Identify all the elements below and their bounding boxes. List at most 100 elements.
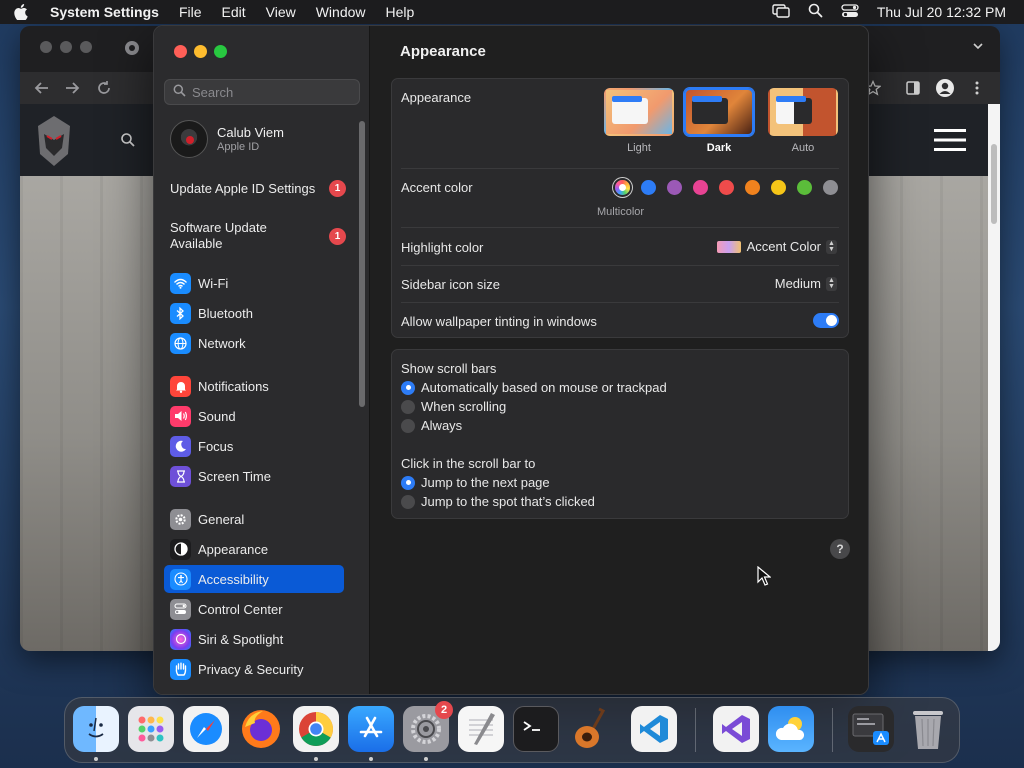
highlight-color-popup[interactable]: Accent Color ▲ ▼ <box>716 239 837 254</box>
accent-graphite-swatch[interactable] <box>823 180 838 195</box>
appearance-icon <box>170 538 191 560</box>
accent-yellow-swatch[interactable] <box>771 180 786 195</box>
sidebar-item-label: General <box>198 511 245 527</box>
app-store-icon[interactable] <box>348 706 394 752</box>
trash-icon[interactable] <box>905 706 951 752</box>
accent-orange-swatch[interactable] <box>745 180 760 195</box>
speaker-icon <box>170 405 191 427</box>
sidebar-item-accessibility[interactable]: Accessibility <box>164 565 344 593</box>
sidebar-icon-size-popup[interactable]: Medium ▲ ▼ <box>775 276 837 291</box>
menu-view[interactable]: View <box>266 4 296 20</box>
radio-label: Always <box>421 418 463 433</box>
close-button[interactable] <box>174 45 187 58</box>
minimize-button[interactable] <box>194 45 207 58</box>
theme-option-light[interactable]: Light <box>603 88 675 154</box>
menu-clock[interactable]: Thu Jul 20 12:32 PM <box>877 4 1006 20</box>
theme-option-auto[interactable]: Auto <box>767 88 839 154</box>
menu-bar: System Settings File Edit View Window He… <box>0 0 1024 24</box>
appearance-pane: Appearance Appearance Light Dark Auto Ac… <box>370 26 868 694</box>
scroll-bars-always-radio[interactable]: Always <box>401 418 462 433</box>
menu-window[interactable]: Window <box>316 4 366 20</box>
theme-option-dark[interactable]: Dark <box>683 88 755 154</box>
control-center-menu-icon[interactable] <box>841 3 859 21</box>
more-menu-icon[interactable] <box>974 80 980 99</box>
firefox-icon[interactable] <box>238 706 284 752</box>
menu-file[interactable]: File <box>179 4 202 20</box>
sidebar-item-notifications[interactable]: Notifications <box>164 372 344 400</box>
click-jump-to-spot-radio[interactable]: Jump to the spot that’s clicked <box>401 494 595 509</box>
sidebar-item-wifi[interactable]: Wi-Fi <box>164 269 344 297</box>
sidebar-item-control-center[interactable]: Control Center <box>164 595 344 623</box>
sidebar-item-screen-time[interactable]: Screen Time <box>164 462 344 490</box>
notice-text: Software Update Available <box>170 220 267 251</box>
notice-update-apple-id[interactable]: Update Apple ID Settings 1 <box>170 180 360 197</box>
accent-blue-swatch[interactable] <box>641 180 656 195</box>
menu-edit[interactable]: Edit <box>222 4 246 20</box>
accent-green-swatch[interactable] <box>797 180 812 195</box>
accent-red-swatch[interactable] <box>719 180 734 195</box>
apple-id-profile[interactable]: Calub Viem Apple ID <box>170 120 284 158</box>
menu-help[interactable]: Help <box>386 4 415 20</box>
screen-mirroring-icon[interactable] <box>772 3 790 21</box>
site-search-icon[interactable] <box>120 132 136 151</box>
back-arrow-icon[interactable] <box>34 80 50 99</box>
sidebar-item-bluetooth[interactable]: Bluetooth <box>164 299 344 327</box>
spotlight-search-icon[interactable] <box>808 3 823 21</box>
downloads-stack-icon[interactable] <box>848 706 894 752</box>
finder-icon[interactable] <box>73 706 119 752</box>
accent-purple-swatch[interactable] <box>667 180 682 195</box>
reload-icon[interactable] <box>96 80 112 99</box>
help-button[interactable]: ? <box>830 539 850 559</box>
site-logo-icon[interactable] <box>34 114 74 171</box>
dock: 2 <box>64 697 960 763</box>
launchpad-icon[interactable] <box>128 706 174 752</box>
profile-icon[interactable] <box>935 78 955 101</box>
safari-icon[interactable] <box>183 706 229 752</box>
browser-zoom-button[interactable] <box>80 41 92 53</box>
accent-multicolor-swatch[interactable] <box>615 180 630 195</box>
apple-menu-icon[interactable] <box>10 4 32 20</box>
tab-list-chevron-icon[interactable] <box>972 40 984 55</box>
wallpaper-tinting-toggle[interactable] <box>813 313 839 328</box>
sidebar-item-general[interactable]: General <box>164 505 344 533</box>
garageband-icon[interactable] <box>568 706 614 752</box>
sidebar-item-label: Siri & Spotlight <box>198 631 284 647</box>
browser-scrollbar[interactable] <box>988 104 1000 651</box>
sidebar-item-network[interactable]: Network <box>164 329 344 357</box>
hamburger-menu-icon[interactable] <box>934 128 966 155</box>
hand-icon <box>170 658 191 680</box>
notification-badge: 1 <box>329 180 346 197</box>
browser-minimize-button[interactable] <box>60 41 72 53</box>
vscode-icon[interactable] <box>631 706 677 752</box>
sidebar-item-sound[interactable]: Sound <box>164 402 344 430</box>
sidebar-search-field[interactable]: Search <box>164 79 360 105</box>
sidebar-item-focus[interactable]: Focus <box>164 432 344 460</box>
sidebar-icon-size-value: Medium <box>774 276 821 291</box>
sidebar-item-appearance[interactable]: Appearance <box>164 535 344 563</box>
bluetooth-icon <box>170 302 191 324</box>
chrome-icon[interactable] <box>293 706 339 752</box>
sidebar-item-siri-spotlight[interactable]: Siri & Spotlight <box>164 625 344 653</box>
sidebar-scrollbar[interactable] <box>359 121 365 407</box>
weather-icon[interactable] <box>768 706 814 752</box>
browser-close-button[interactable] <box>40 41 52 53</box>
notice-software-update[interactable]: Software Update Available 1 <box>170 220 360 252</box>
zoom-button[interactable] <box>214 45 227 58</box>
terminal-icon[interactable] <box>513 706 559 752</box>
scroll-bars-when-scrolling-radio[interactable]: When scrolling <box>401 399 506 414</box>
mouse-pointer-icon <box>757 565 772 589</box>
scroll-bars-automatic-radio[interactable]: Automatically based on mouse or trackpad <box>401 380 667 395</box>
side-panel-icon[interactable] <box>905 80 921 99</box>
sidebar-item-label: Focus <box>198 438 234 454</box>
sidebar-item-privacy-security[interactable]: Privacy & Security <box>164 655 344 683</box>
click-jump-next-page-radio[interactable]: Jump to the next page <box>401 475 550 490</box>
chrome-tab-icon[interactable] <box>124 40 140 59</box>
profile-name: Calub Viem <box>217 125 284 140</box>
radio-label: Jump to the next page <box>421 475 550 490</box>
menu-app-name[interactable]: System Settings <box>50 4 159 20</box>
accent-pink-swatch[interactable] <box>693 180 708 195</box>
visual-studio-icon[interactable] <box>713 706 759 752</box>
forward-arrow-icon[interactable] <box>64 80 80 99</box>
textedit-icon[interactable] <box>458 706 504 752</box>
system-settings-icon[interactable]: 2 <box>403 701 453 752</box>
